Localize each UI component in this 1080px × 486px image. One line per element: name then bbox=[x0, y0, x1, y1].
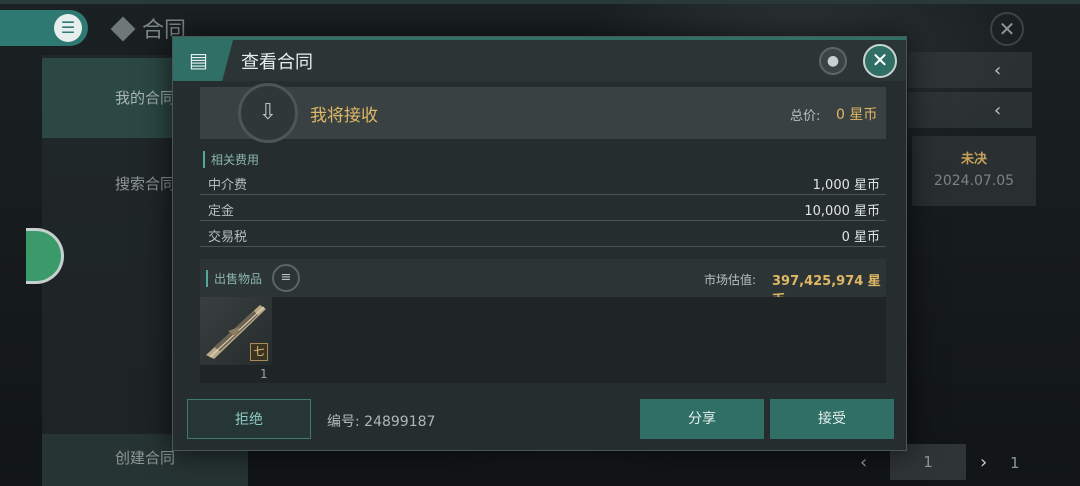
total-price-value: 0 星币 bbox=[836, 107, 878, 123]
pager-next-button[interactable]: › bbox=[980, 452, 987, 473]
contract-view-dialog: ▤ 查看合同 ● ✕ ⇩ 我将接收 总价: 0 星币 相关费用 中介费 1,00… bbox=[172, 36, 907, 451]
page-close-button[interactable]: ✕ bbox=[990, 12, 1024, 46]
cube-icon bbox=[110, 16, 136, 42]
fee-value: 1,000 星币 bbox=[812, 178, 880, 193]
goods-list: 七 1 bbox=[200, 297, 886, 383]
receive-label: 我将接收 bbox=[310, 106, 378, 126]
receive-cart-icon: ⇩ bbox=[238, 83, 298, 143]
item-count: 1 bbox=[260, 367, 268, 381]
accept-button[interactable]: 接受 bbox=[770, 399, 894, 439]
share-button[interactable]: 分享 bbox=[640, 399, 764, 439]
fees-section-title: 相关费用 bbox=[203, 151, 259, 168]
user-icon[interactable]: ● bbox=[819, 47, 847, 75]
tier-badge: 七 bbox=[250, 343, 268, 361]
document-icon: ▤ bbox=[173, 40, 233, 81]
dialog-header: ▤ 查看合同 ● ✕ bbox=[173, 37, 906, 81]
goods-header: 出售物品 ≡ 市场估值: 397,425,974 星币 bbox=[200, 259, 886, 308]
menu-button[interactable]: ☰ bbox=[0, 10, 88, 46]
chevron-left-icon: ‹ bbox=[994, 60, 1002, 81]
top-strip bbox=[0, 0, 1080, 4]
market-value-label: 市场估值: bbox=[704, 273, 757, 287]
fee-row: 交易税 0 星币 bbox=[200, 221, 886, 247]
fee-row: 中介费 1,000 星币 bbox=[200, 169, 886, 195]
status-date: 2024.07.05 bbox=[933, 173, 1015, 189]
fee-row: 定金 10,000 星币 bbox=[200, 195, 886, 221]
total-price-label: 总价: bbox=[790, 109, 821, 124]
status-badge: 未决 bbox=[960, 152, 987, 167]
filter-row[interactable]: ‹ bbox=[908, 52, 1032, 88]
close-button[interactable]: ✕ bbox=[863, 44, 897, 78]
item-card[interactable]: 七 bbox=[200, 297, 272, 365]
pager-prev-button[interactable]: ‹ bbox=[860, 452, 867, 473]
clipboard-icon[interactable]: ≡ bbox=[272, 264, 300, 292]
reject-button[interactable]: 拒绝 bbox=[187, 399, 311, 439]
contract-status-card[interactable]: 未决 2024.07.05 bbox=[912, 136, 1036, 206]
fee-label: 交易税 bbox=[208, 230, 248, 245]
contract-number: 编号: 24899187 bbox=[327, 414, 436, 430]
fee-label: 中介费 bbox=[208, 178, 248, 193]
dialog-title: 查看合同 bbox=[241, 52, 313, 73]
menu-icon: ☰ bbox=[54, 14, 82, 42]
fee-label: 定金 bbox=[208, 204, 235, 219]
fee-value: 0 星币 bbox=[841, 230, 880, 245]
receive-bar: ⇩ 我将接收 总价: 0 星币 bbox=[200, 83, 886, 143]
filter-row[interactable]: ‹ bbox=[908, 92, 1032, 128]
fee-value: 10,000 星币 bbox=[804, 204, 880, 219]
chevron-left-icon: ‹ bbox=[994, 100, 1002, 121]
pager-total: 1 bbox=[1010, 454, 1020, 472]
goods-section-title: 出售物品 bbox=[206, 270, 262, 287]
